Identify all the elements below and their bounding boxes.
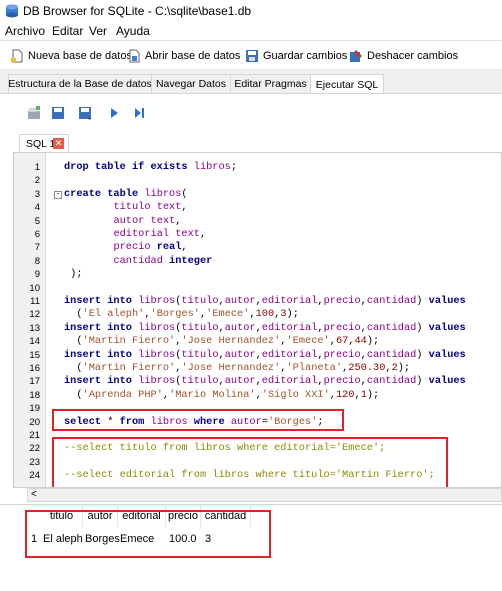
line-number: 21 bbox=[29, 430, 40, 441]
title-bar: DB Browser for SQLite - C:\sqlite\base1.… bbox=[0, 0, 502, 22]
sql-tab-label: SQL 1 bbox=[26, 137, 56, 150]
line-number: 12 bbox=[29, 309, 40, 321]
open-tab-icon[interactable] bbox=[26, 105, 42, 121]
sql-editor[interactable]: 1 drop table if exists libros; 2 3- create… bbox=[13, 152, 502, 488]
window-title: DB Browser for SQLite - C:\sqlite\base1.… bbox=[23, 4, 252, 18]
save-sql-file-icon[interactable] bbox=[77, 105, 93, 121]
scroll-left-icon[interactable]: < bbox=[31, 489, 37, 500]
tab-execute-sql[interactable]: Ejecutar SQL bbox=[310, 74, 384, 94]
save-changes-label: Guardar cambios bbox=[263, 50, 348, 62]
undo-changes-label: Deshacer cambios bbox=[367, 50, 459, 62]
main-toolbar: Nueva base de datos Abrir base de datos … bbox=[0, 40, 502, 70]
menu-ver[interactable]: Ver bbox=[89, 24, 107, 38]
code-line: 3- create table libros( bbox=[14, 188, 501, 201]
new-database-button[interactable]: Nueva base de datos bbox=[10, 47, 132, 65]
undo-icon bbox=[350, 50, 362, 62]
line-number: 7 bbox=[34, 242, 40, 254]
open-database-icon bbox=[129, 49, 140, 63]
code-line: 9 ); bbox=[14, 268, 501, 281]
open-database-label: Abrir base de datos bbox=[145, 50, 241, 62]
code-line: 2 bbox=[14, 174, 501, 187]
highlight-box-active-query bbox=[52, 409, 344, 431]
open-database-button[interactable]: Abrir base de datos bbox=[127, 47, 240, 65]
highlight-box-comments bbox=[52, 437, 448, 487]
execute-current-line-icon[interactable] bbox=[131, 105, 147, 121]
execute-all-icon[interactable] bbox=[106, 105, 122, 121]
new-database-icon bbox=[11, 49, 23, 63]
undo-changes-button[interactable]: Deshacer cambios bbox=[349, 47, 458, 65]
line-number: 22 bbox=[29, 443, 40, 455]
code-line: 5 autor text, bbox=[14, 215, 501, 228]
line-number: 8 bbox=[34, 255, 40, 267]
menu-archivo[interactable]: Archivo bbox=[5, 24, 45, 38]
sql-editor-tab[interactable]: SQL 1 ✕ bbox=[19, 134, 69, 152]
line-number: 14 bbox=[29, 336, 40, 348]
line-number: 15 bbox=[29, 349, 40, 361]
fold-toggle-icon[interactable]: - bbox=[54, 190, 62, 199]
code-line: 8 cantidad integer bbox=[14, 255, 501, 268]
line-number: 10 bbox=[29, 282, 40, 294]
code-line: 6 editorial text, bbox=[14, 228, 501, 241]
save-icon bbox=[246, 50, 258, 62]
menu-bar: Archivo Editar Ver Ayuda bbox=[0, 22, 502, 40]
results-grid: titulo autor editorial precio cantidad 1… bbox=[0, 504, 502, 591]
line-number: 19 bbox=[29, 403, 40, 415]
line-number: 17 bbox=[29, 376, 40, 388]
highlight-box-results bbox=[25, 510, 271, 558]
tab-browse-data[interactable]: Navegar Datos bbox=[151, 74, 231, 93]
menu-editar[interactable]: Editar bbox=[52, 24, 83, 38]
line-number: 11 bbox=[30, 296, 40, 307]
code-line: 16 ('Martin Fierro','Jose Hernandez','Pl… bbox=[14, 362, 501, 375]
open-sql-file-icon[interactable] bbox=[50, 105, 66, 121]
tab-edit-pragmas[interactable]: Editar Pragmas bbox=[230, 74, 311, 93]
line-number: 13 bbox=[29, 322, 40, 334]
line-number: 23 bbox=[29, 456, 40, 468]
line-number: 18 bbox=[29, 389, 40, 401]
line-number: 6 bbox=[34, 229, 40, 240]
code-line: 4 titulo text, bbox=[14, 201, 501, 214]
line-number: 2 bbox=[34, 175, 40, 187]
code-line: 1 drop table if exists libros; bbox=[14, 161, 501, 174]
line-number: 9 bbox=[34, 269, 40, 281]
code-line: 10 bbox=[14, 282, 501, 295]
line-number: 5 bbox=[34, 215, 40, 227]
code-line: 11 insert into libros(titulo,autor,editor… bbox=[14, 295, 501, 308]
new-database-label: Nueva base de datos bbox=[28, 50, 132, 62]
menu-ayuda[interactable]: Ayuda bbox=[116, 24, 150, 38]
code-line: 12 ('El aleph','Borges','Emece',100,3); bbox=[14, 308, 501, 321]
code-line: 18 ('Aprenda PHP','Mario Molina','Siglo … bbox=[14, 389, 501, 402]
line-number: 16 bbox=[29, 363, 40, 374]
horizontal-scrollbar[interactable]: < bbox=[27, 488, 502, 502]
code-line: 14 ('Martin Fierro','Jose Hernandez','Em… bbox=[14, 335, 501, 348]
save-changes-button[interactable]: Guardar cambios bbox=[245, 47, 347, 65]
close-tab-icon[interactable]: ✕ bbox=[53, 138, 64, 149]
line-number: 1 bbox=[34, 162, 40, 173]
line-number: 20 bbox=[29, 416, 40, 428]
code-line: 17 insert into libros(titulo,autor,editor… bbox=[14, 375, 501, 388]
code-line: 7 precio real, bbox=[14, 241, 501, 254]
app-logo-icon bbox=[6, 4, 18, 18]
line-number: 4 bbox=[34, 202, 40, 214]
line-number: 24 bbox=[29, 470, 40, 482]
main-tabs: Estructura de la Base de datos Navegar D… bbox=[0, 74, 502, 94]
line-number: 3 bbox=[34, 188, 40, 200]
code-line: 13 insert into libros(titulo,autor,editor… bbox=[14, 322, 501, 335]
code-line: 15 insert into libros(titulo,autor,editor… bbox=[14, 349, 501, 362]
tab-database-structure[interactable]: Estructura de la Base de datos bbox=[8, 74, 152, 93]
